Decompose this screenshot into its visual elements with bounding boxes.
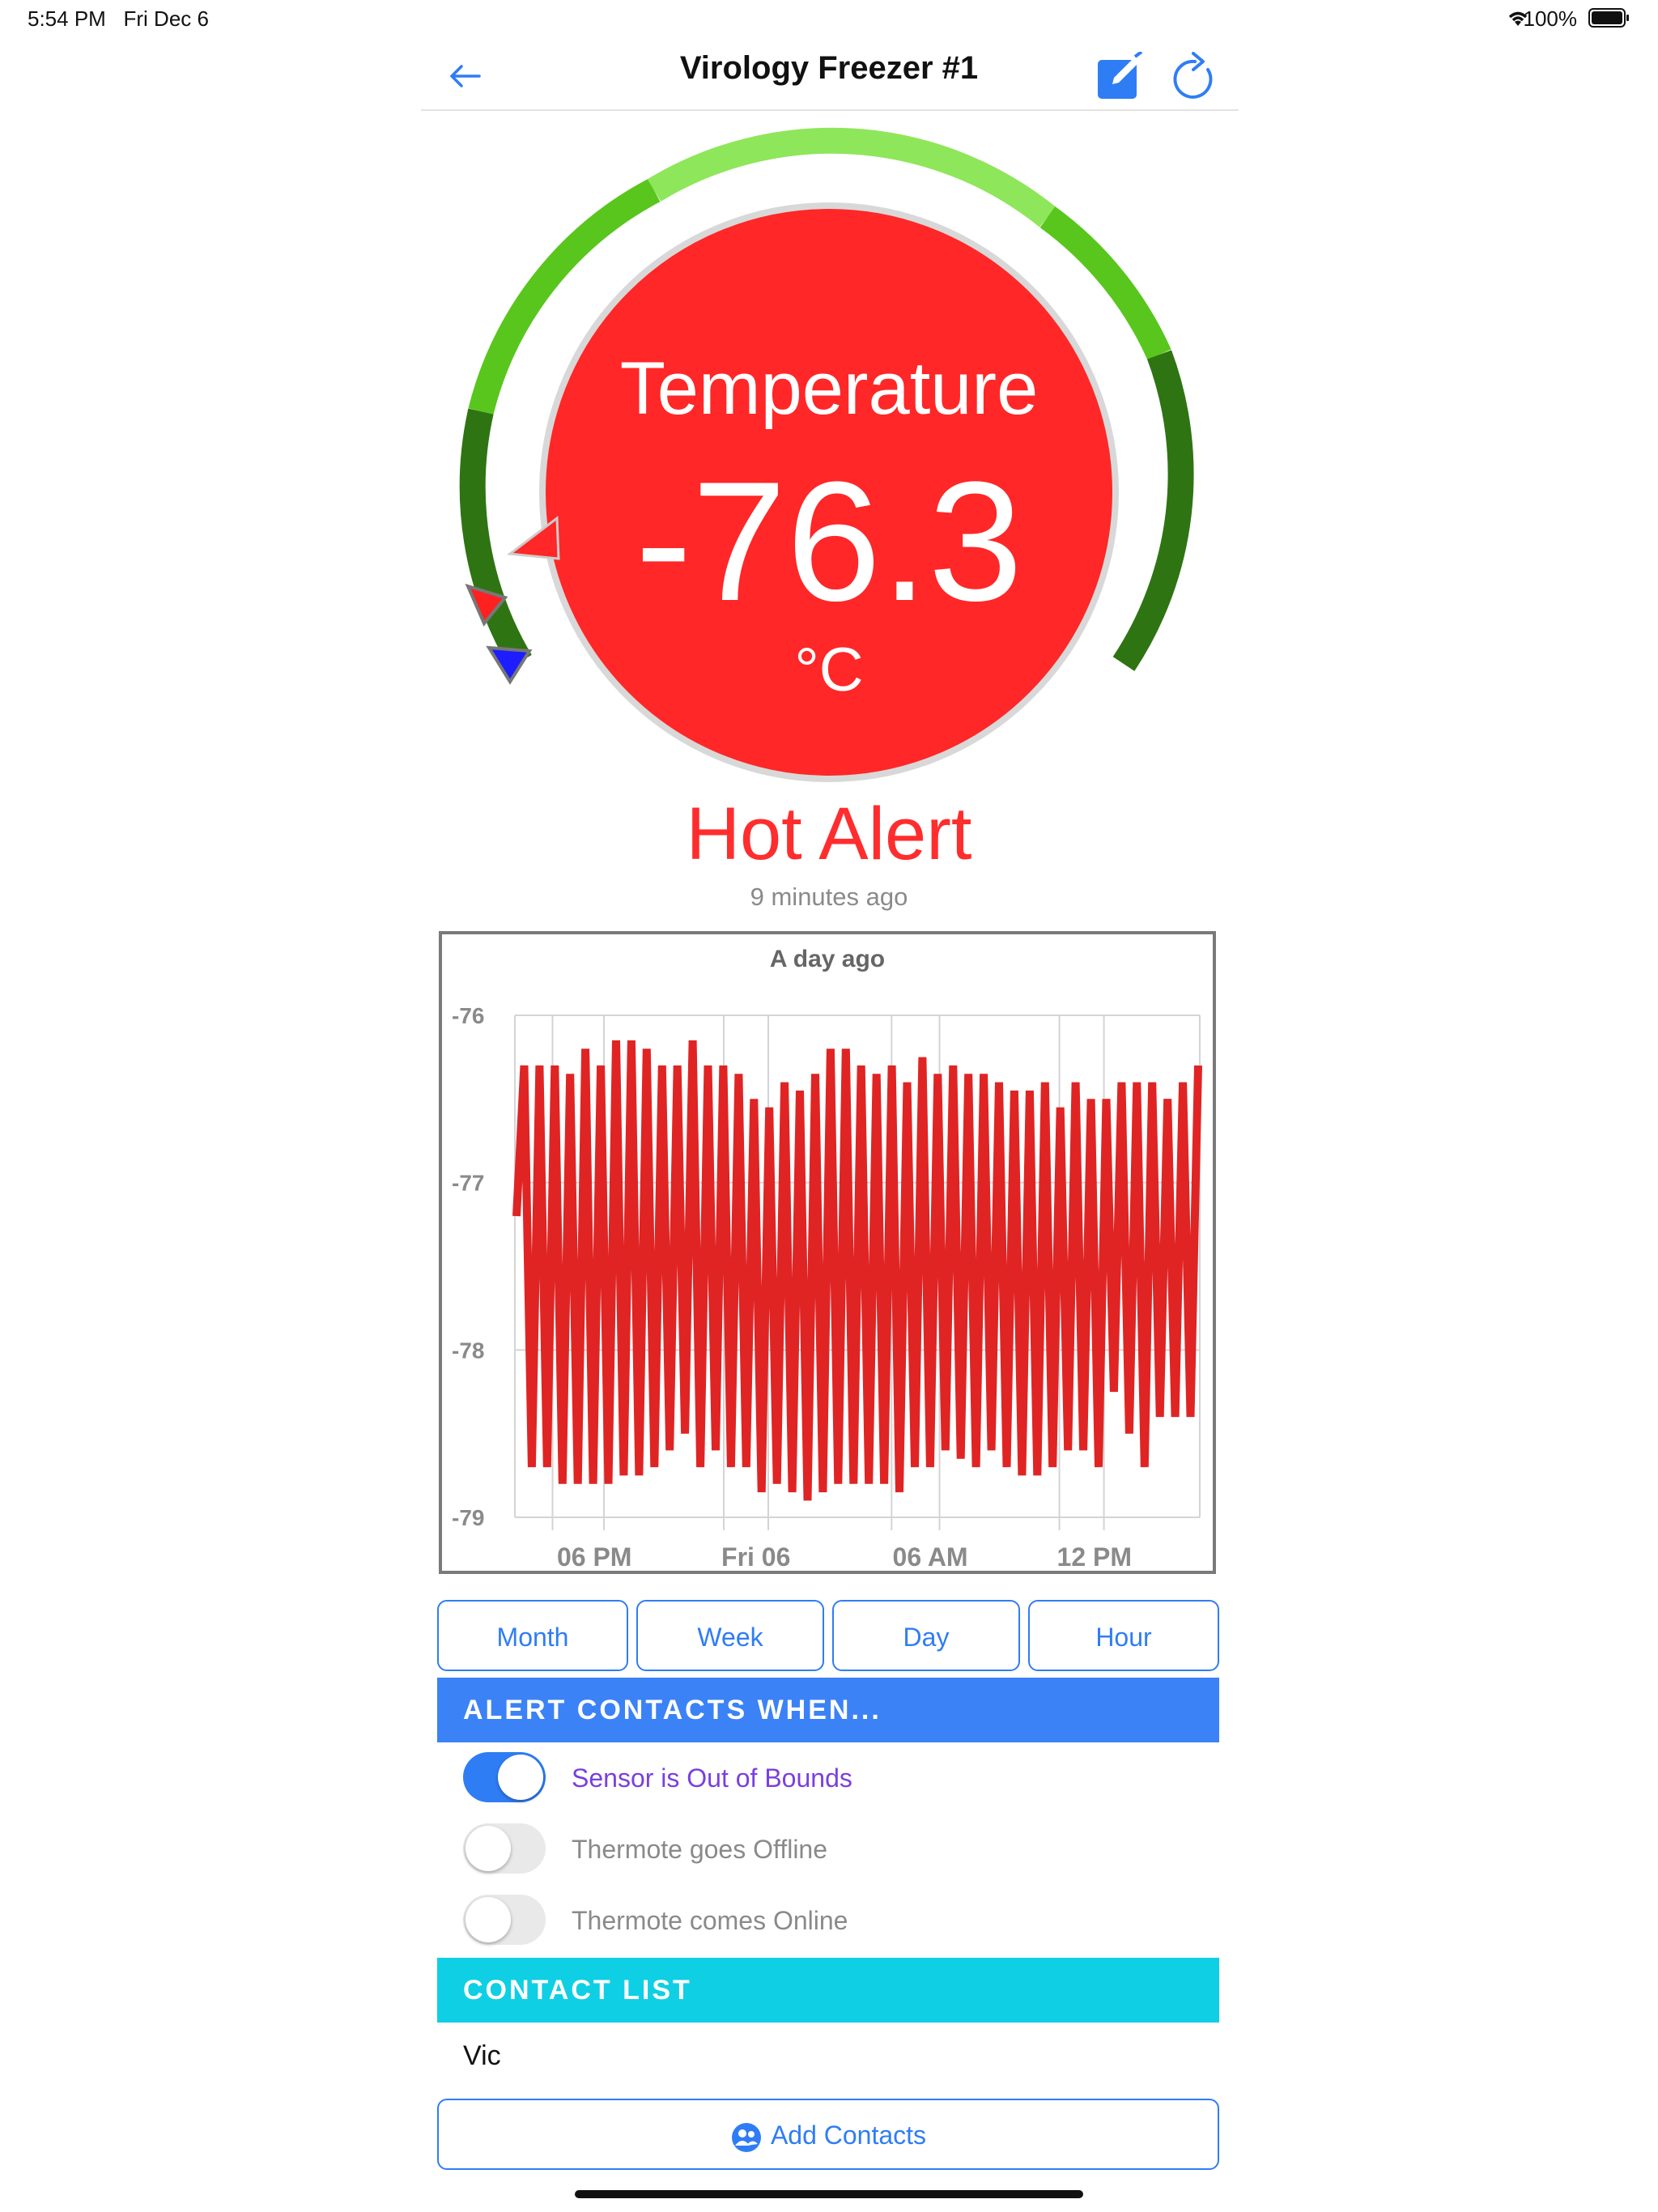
- temperature-chart[interactable]: A day ago -76 -77 -78 -79 06 PM Fri 06 06 AM 12 …: [439, 931, 1216, 1574]
- toggle-online[interactable]: [463, 1895, 546, 1945]
- add-contacts-label: Add Contacts: [770, 2121, 927, 2150]
- chart-title: A day ago: [770, 946, 885, 972]
- range-button-hour[interactable]: Hour: [1028, 1600, 1219, 1671]
- toggle-offline[interactable]: [463, 1823, 546, 1874]
- chart-x-tick: 06 PM: [557, 1542, 631, 1571]
- range-button-month[interactable]: Month: [437, 1600, 628, 1671]
- chart-y-tick: -76: [452, 1003, 484, 1028]
- toggle-label-online: Thermote comes Online: [572, 1906, 848, 1935]
- home-indicator[interactable]: [575, 2190, 1083, 2198]
- chart-x-tick: 06 AM: [893, 1542, 968, 1571]
- chart-y-tick: -78: [452, 1338, 484, 1363]
- chart-x-tick: Fri 06: [721, 1542, 790, 1571]
- gauge-unit: °C: [794, 636, 864, 704]
- range-button-day[interactable]: Day: [832, 1600, 1020, 1671]
- chart-series-line: [512, 1040, 1202, 1501]
- contact-item[interactable]: Vic: [463, 2040, 501, 2072]
- toggle-label-out-of-bounds: Sensor is Out of Bounds: [572, 1763, 852, 1793]
- chart-x-tick: 12 PM: [1057, 1542, 1132, 1571]
- chart-y-tick: -79: [452, 1505, 484, 1530]
- alert-timestamp: 9 minutes ago: [750, 883, 908, 911]
- chart-canvas: A day ago -76 -77 -78 -79 06 PM Fri 06 06 AM 12 …: [452, 946, 1202, 1571]
- range-button-week[interactable]: Week: [636, 1600, 824, 1671]
- chart-y-tick: -77: [452, 1171, 484, 1196]
- toggle-out-of-bounds[interactable]: [463, 1752, 546, 1802]
- contact-list-header: CONTACT LIST: [437, 1958, 1219, 2023]
- contacts-icon: [731, 2122, 761, 2152]
- gauge-value: -76.3: [635, 446, 1023, 636]
- gauge-label: Temperature: [619, 347, 1039, 430]
- add-contacts-button[interactable]: Add Contacts: [437, 2099, 1219, 2170]
- alert-title: Hot Alert: [686, 793, 972, 875]
- toggle-label-offline: Thermote goes Offline: [572, 1835, 828, 1864]
- alert-conditions-header: ALERT CONTACTS WHEN...: [437, 1678, 1219, 1742]
